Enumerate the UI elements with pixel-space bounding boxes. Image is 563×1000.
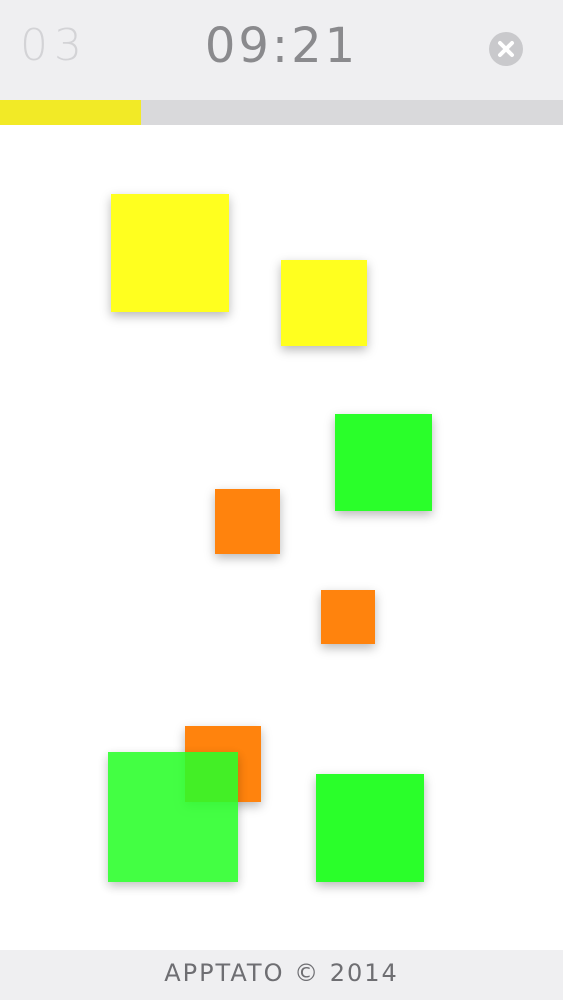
tile-green-lower-right[interactable] [316,774,424,882]
tile-green-lower-left[interactable] [108,752,238,882]
top-bar: 03 09:21 [0,0,563,100]
tile-yellow-large[interactable] [111,194,229,312]
tile-yellow-small[interactable] [281,260,367,346]
progress-bar-fill [0,100,141,125]
progress-bar [0,100,563,125]
close-button[interactable] [489,32,523,66]
tile-orange-small[interactable] [321,590,375,644]
tile-orange-middle[interactable] [215,489,280,554]
countdown-timer: 09:21 [204,18,359,74]
play-area [0,125,563,950]
footer-copyright: APPTATO © 2014 [0,950,563,1000]
close-icon [498,41,514,57]
tile-green-upper[interactable] [335,414,432,511]
